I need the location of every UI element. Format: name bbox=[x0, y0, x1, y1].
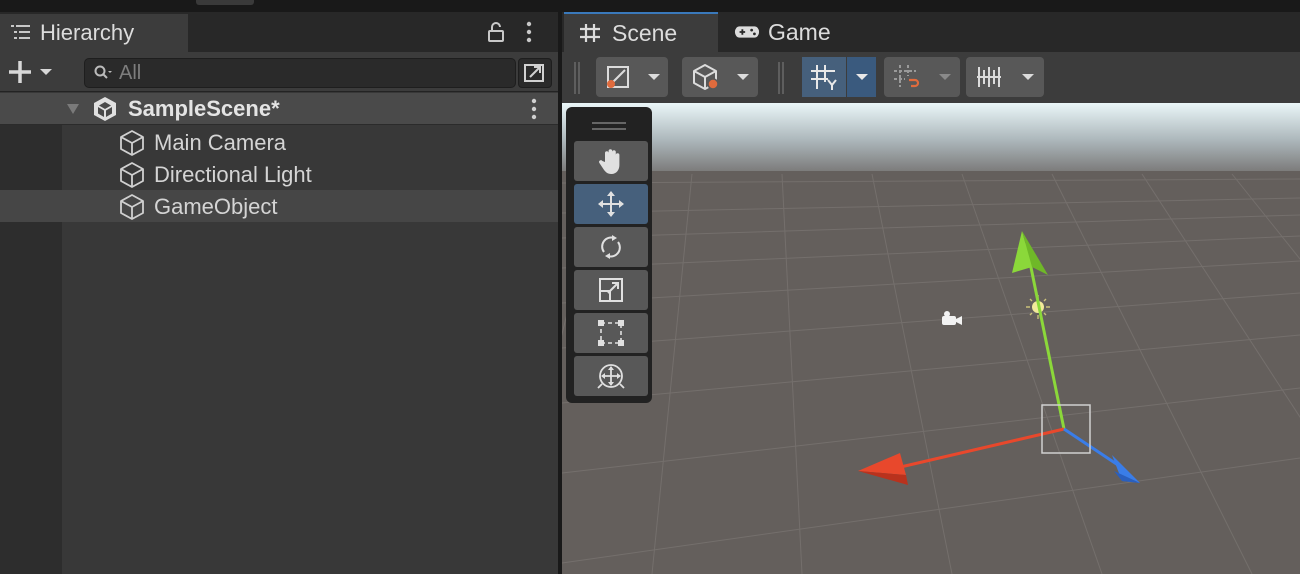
search-input[interactable] bbox=[119, 61, 515, 85]
rect-tool[interactable] bbox=[574, 313, 648, 353]
grid-hash-icon bbox=[580, 24, 600, 42]
rect-transform-icon bbox=[598, 320, 624, 346]
draw-mode-dropdown[interactable] bbox=[596, 57, 668, 97]
lock-icon[interactable] bbox=[485, 21, 507, 43]
hierarchy-search[interactable] bbox=[84, 58, 516, 88]
create-button[interactable] bbox=[6, 58, 64, 86]
transform-tool[interactable] bbox=[574, 356, 648, 396]
shading-mode-icon bbox=[607, 66, 629, 88]
grid-visibility-icon bbox=[977, 67, 1001, 87]
more-options-icon[interactable] bbox=[522, 20, 536, 44]
cube-icon bbox=[120, 162, 144, 188]
scene-background[interactable] bbox=[562, 103, 1300, 574]
scene-viewport[interactable] bbox=[562, 103, 1300, 574]
tab-game-label: Game bbox=[768, 18, 831, 45]
list-item[interactable]: Main Camera bbox=[0, 126, 558, 158]
chevron-down-icon bbox=[855, 74, 868, 80]
hand-icon bbox=[599, 149, 620, 174]
tools-overlay bbox=[566, 107, 652, 403]
move-arrows-icon bbox=[598, 191, 624, 217]
increment-snap-icon bbox=[894, 65, 920, 88]
move-tool[interactable] bbox=[574, 184, 648, 224]
rotate-tool[interactable] bbox=[574, 227, 648, 267]
tab-game[interactable]: Game bbox=[732, 12, 831, 52]
unity-scene-icon bbox=[94, 97, 116, 121]
open-external-icon bbox=[524, 64, 544, 82]
scale-tool[interactable] bbox=[574, 270, 648, 310]
tab-scene[interactable]: Scene bbox=[564, 12, 718, 52]
transform-icon bbox=[597, 364, 625, 389]
render-mode-dropdown[interactable] bbox=[682, 57, 758, 97]
chevron-down-icon bbox=[939, 74, 951, 80]
increment-snap-toggle[interactable] bbox=[884, 57, 960, 97]
top-tab-nub bbox=[196, 0, 254, 5]
chevron-down-icon bbox=[648, 74, 660, 80]
cube-render-icon bbox=[693, 64, 719, 90]
list-item[interactable]: Directional Light bbox=[0, 158, 558, 190]
gamepad-icon bbox=[734, 26, 760, 38]
scene-row[interactable]: SampleScene* bbox=[0, 93, 558, 125]
cube-icon bbox=[120, 130, 144, 156]
hierarchy-toolbar bbox=[0, 52, 558, 92]
tab-hierarchy[interactable]: Hierarchy bbox=[0, 14, 188, 52]
rotate-icon bbox=[601, 235, 621, 259]
chevron-down-icon bbox=[40, 69, 52, 75]
chevron-down-icon bbox=[737, 74, 749, 80]
grid-visibility-dropdown[interactable] bbox=[966, 57, 1044, 97]
toolbar-grip-icon[interactable] bbox=[778, 62, 784, 94]
toolbar-grip-icon[interactable] bbox=[574, 62, 580, 94]
scene-name: SampleScene* bbox=[128, 96, 280, 121]
item-label: GameObject bbox=[154, 194, 278, 219]
hierarchy-tree: SampleScene* Main Camera Directional Lig… bbox=[0, 93, 558, 574]
search-icon bbox=[94, 65, 112, 79]
hierarchy-tab-label: Hierarchy bbox=[40, 20, 135, 45]
scene-panel: Scene Game bbox=[562, 12, 1300, 574]
expand-arrow-icon[interactable] bbox=[66, 103, 80, 115]
scene-tab-bar: Scene Game bbox=[562, 12, 1300, 52]
grid-snap-icon bbox=[811, 65, 837, 90]
chevron-down-icon bbox=[1022, 74, 1034, 80]
list-item-selected[interactable]: GameObject bbox=[0, 190, 558, 222]
plus-icon bbox=[9, 61, 31, 83]
item-label: Directional Light bbox=[154, 162, 312, 187]
hand-tool[interactable] bbox=[574, 141, 648, 181]
hierarchy-panel: Hierarchy All SampleScene* Main Camera D… bbox=[0, 12, 558, 574]
cube-icon bbox=[120, 194, 144, 220]
tab-scene-label: Scene bbox=[612, 19, 678, 46]
list-tree-icon bbox=[11, 25, 30, 39]
grid-snap-toggle[interactable] bbox=[802, 57, 876, 97]
search-scene-button[interactable] bbox=[518, 58, 552, 88]
scene-more-icon[interactable] bbox=[528, 97, 540, 121]
scale-icon bbox=[599, 278, 623, 302]
scene-toolbar bbox=[562, 52, 1300, 103]
window-top-strip bbox=[0, 0, 1300, 12]
overlay-drag-handle[interactable] bbox=[570, 111, 648, 141]
item-label: Main Camera bbox=[154, 130, 287, 155]
hierarchy-tab-bar: Hierarchy bbox=[0, 12, 558, 52]
